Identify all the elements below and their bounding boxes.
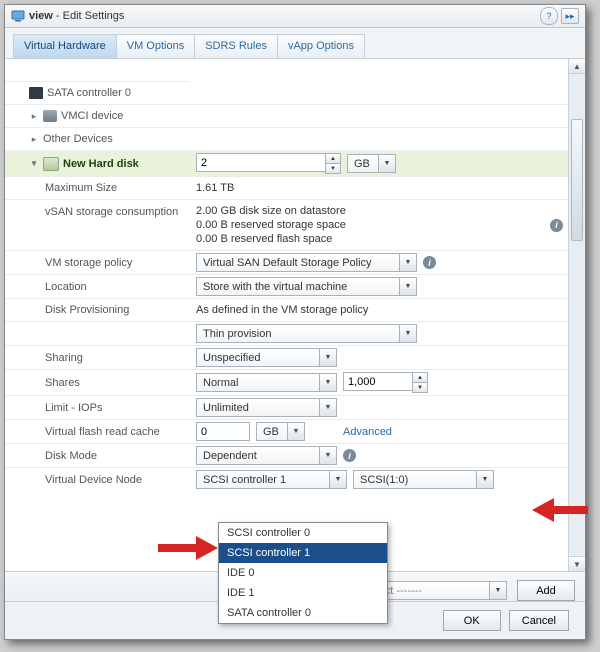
- tab-sdrs-rules[interactable]: SDRS Rules: [194, 34, 278, 58]
- provisioning-note: As defined in the VM storage policy: [196, 304, 368, 316]
- chevron-down-icon[interactable]: ▼: [400, 253, 417, 272]
- chevron-down-icon[interactable]: ▼: [400, 324, 417, 343]
- flash-unit-select[interactable]: GB ▼: [256, 422, 305, 441]
- location-select[interactable]: Store with the virtual machine ▼: [196, 277, 417, 296]
- info-icon[interactable]: i: [423, 256, 436, 269]
- device-label: New Hard disk: [63, 158, 139, 170]
- dropdown-option[interactable]: IDE 0: [219, 563, 387, 583]
- ok-button[interactable]: OK: [443, 610, 501, 631]
- row-disk-mode: Disk Mode Dependent ▼ i: [5, 443, 569, 467]
- device-other[interactable]: ▸ Other Devices: [5, 127, 569, 150]
- chevron-down-icon[interactable]: ▼: [477, 470, 494, 489]
- device-new-hard-disk[interactable]: ▾ New Hard disk ▲▼ GB ▼: [5, 150, 569, 176]
- vdn-controller-select[interactable]: SCSI controller 1 ▼: [196, 470, 347, 489]
- row-sharing: Sharing Unspecified ▼: [5, 345, 569, 369]
- chevron-down-icon[interactable]: ▼: [288, 422, 305, 441]
- vertical-scrollbar[interactable]: ▲ ▼: [568, 59, 585, 571]
- row-vsan: vSAN storage consumption 2.00 GB disk si…: [5, 199, 569, 250]
- vm-icon: [11, 9, 25, 23]
- scroll-down-icon[interactable]: ▼: [569, 556, 585, 571]
- iops-select[interactable]: Unlimited ▼: [196, 398, 337, 417]
- controller-icon: [29, 87, 43, 99]
- expand-icon[interactable]: ▸: [29, 134, 39, 145]
- shares-spinner[interactable]: ▲▼: [343, 372, 428, 393]
- flash-input[interactable]: [196, 422, 250, 441]
- scroll-up-icon[interactable]: ▲: [569, 59, 585, 74]
- add-button[interactable]: Add: [517, 580, 575, 601]
- device-vmci[interactable]: ▸ VMCI device: [5, 104, 569, 127]
- disk-mode-select[interactable]: Dependent ▼: [196, 446, 337, 465]
- sharing-select[interactable]: Unspecified ▼: [196, 348, 337, 367]
- vsan-text: 2.00 GB disk size on datastore 0.00 B re…: [196, 204, 346, 246]
- vdn-controller-dropdown[interactable]: SCSI controller 0 SCSI controller 1 IDE …: [218, 522, 388, 624]
- harddisk-icon: [43, 157, 59, 171]
- disk-size-unit[interactable]: GB ▼: [347, 154, 396, 173]
- chevron-down-icon[interactable]: ▼: [320, 348, 337, 367]
- shares-select[interactable]: Normal ▼: [196, 373, 337, 392]
- chevron-down-icon[interactable]: ▼: [320, 373, 337, 392]
- storage-policy-select[interactable]: Virtual SAN Default Storage Policy ▼: [196, 253, 417, 272]
- titlebar: view - Edit Settings ? ▸▸: [5, 5, 585, 28]
- dropdown-option[interactable]: IDE 1: [219, 583, 387, 603]
- dropdown-option[interactable]: SCSI controller 0: [219, 523, 387, 543]
- flash-advanced-link[interactable]: Advanced: [343, 426, 392, 438]
- max-size-value: 1.61 TB: [196, 182, 234, 194]
- chevron-down-icon[interactable]: ▼: [320, 446, 337, 465]
- vmci-icon: [43, 110, 57, 122]
- expand-button[interactable]: ▸▸: [561, 8, 579, 24]
- expand-icon[interactable]: ▸: [29, 111, 39, 122]
- chevron-down-icon[interactable]: ▼: [379, 154, 396, 173]
- device-label: VMCI device: [61, 110, 123, 122]
- dropdown-option-selected[interactable]: SCSI controller 1: [219, 543, 387, 563]
- row-flash: Virtual flash read cache GB ▼ Advanced: [5, 419, 569, 443]
- device-sata[interactable]: SATA controller 0: [5, 81, 569, 104]
- device-label: Other Devices: [43, 133, 113, 145]
- tab-virtual-hardware[interactable]: Virtual Hardware: [13, 34, 117, 58]
- row-storage-policy: VM storage policy Virtual SAN Default St…: [5, 250, 569, 274]
- row-provisioning-note: Disk Provisioning As defined in the VM s…: [5, 298, 569, 321]
- info-icon[interactable]: i: [550, 219, 563, 232]
- row-provisioning: Thin provision ▼: [5, 321, 569, 345]
- row-virtual-device-node: Virtual Device Node SCSI controller 1 ▼ …: [5, 467, 569, 491]
- spinner-buttons[interactable]: ▲▼: [325, 153, 341, 174]
- chevron-down-icon[interactable]: ▼: [330, 470, 347, 489]
- row-max-size: Maximum Size 1.61 TB: [5, 176, 569, 199]
- device-row-cut: ▼: [5, 59, 569, 81]
- tab-vapp-options[interactable]: vApp Options: [277, 34, 365, 58]
- shares-input[interactable]: [343, 372, 413, 391]
- tab-vm-options[interactable]: VM Options: [116, 34, 195, 58]
- vdn-slot-select[interactable]: SCSI(1:0) ▼: [353, 470, 494, 489]
- device-label: SATA controller 0: [47, 87, 131, 99]
- collapse-icon[interactable]: ▾: [29, 158, 39, 169]
- row-iops: Limit - IOPs Unlimited ▼: [5, 395, 569, 419]
- cancel-button[interactable]: Cancel: [509, 610, 569, 631]
- chevron-down-icon[interactable]: ▼: [490, 581, 507, 600]
- disk-size-spinner[interactable]: ▲▼: [196, 153, 341, 174]
- provisioning-select[interactable]: Thin provision ▼: [196, 324, 417, 343]
- row-location: Location Store with the virtual machine …: [5, 274, 569, 298]
- hardware-list: ▼ SATA controller 0 ▸ VMCI device: [5, 59, 569, 571]
- info-icon[interactable]: i: [343, 449, 356, 462]
- title-app: view: [29, 10, 53, 22]
- tab-strip: Virtual Hardware VM Options SDRS Rules v…: [5, 28, 585, 59]
- dropdown-option[interactable]: SATA controller 0: [219, 603, 387, 623]
- chevron-down-icon[interactable]: ▼: [400, 277, 417, 296]
- help-button[interactable]: ?: [540, 7, 558, 25]
- chevron-down-icon[interactable]: ▼: [320, 398, 337, 417]
- row-shares: Shares Normal ▼ ▲▼: [5, 369, 569, 395]
- scroll-thumb[interactable]: [571, 119, 583, 241]
- title-sub: Edit Settings: [63, 10, 125, 22]
- disk-size-input[interactable]: [196, 153, 326, 172]
- hardware-panel: ▼ SATA controller 0 ▸ VMCI device: [5, 59, 585, 571]
